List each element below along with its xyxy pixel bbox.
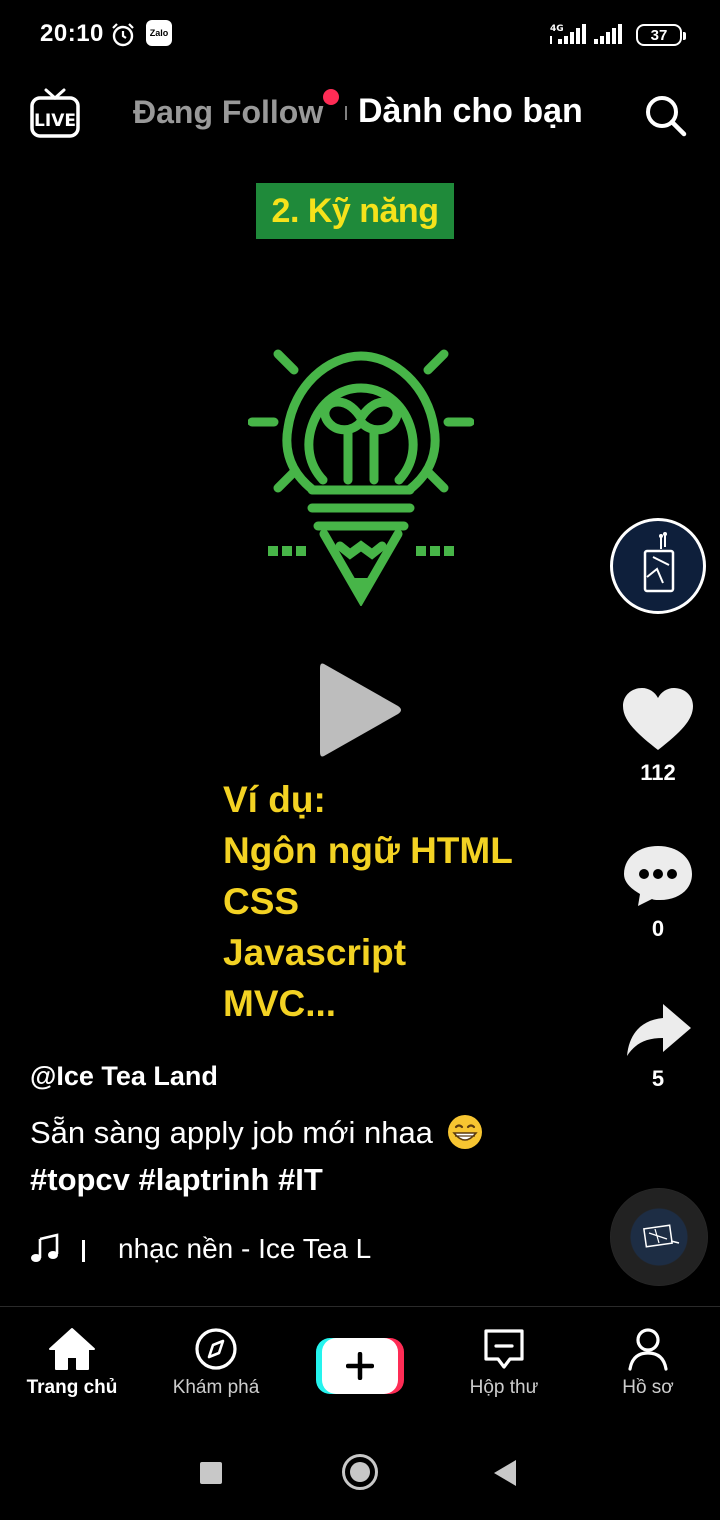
share-icon xyxy=(627,1004,691,1056)
compass-icon xyxy=(195,1328,237,1370)
music-marquee-bar xyxy=(82,1240,85,1262)
live-label: LIVE xyxy=(34,111,76,131)
comment-button[interactable]: 0 xyxy=(618,842,698,942)
example-line: MVC... xyxy=(223,983,337,1024)
recents-button[interactable] xyxy=(200,1462,222,1484)
example-line: Ngôn ngữ HTML xyxy=(223,830,513,871)
inbox-icon xyxy=(484,1329,524,1369)
example-line: Javascript xyxy=(223,932,407,973)
nav-discover-label: Khám phá xyxy=(172,1377,260,1398)
live-button[interactable]: LIVE xyxy=(30,86,80,140)
video-banner: 2. Kỹ năng xyxy=(256,183,454,239)
battery-level: 37 xyxy=(650,26,668,44)
nav-home[interactable]: Trang chủ xyxy=(0,1327,144,1399)
post-description: Sẵn sàng apply job mới nhaa xyxy=(30,1113,484,1151)
disc-cover-icon xyxy=(643,1224,680,1248)
comment-icon xyxy=(624,846,692,906)
post-hashtags[interactable]: #topcv #laptrinh #IT xyxy=(30,1162,323,1198)
status-time: 20:10 xyxy=(40,20,104,47)
lightbulb-icon xyxy=(248,349,474,606)
music-disc[interactable] xyxy=(610,1188,708,1286)
nav-home-label: Trang chủ xyxy=(26,1377,118,1398)
home-icon xyxy=(49,1328,95,1370)
share-button[interactable]: 5 xyxy=(618,1000,698,1092)
nav-inbox-label: Hộp thư xyxy=(469,1377,539,1398)
author-name[interactable]: @Ice Tea Land xyxy=(30,1061,218,1092)
battery-icon: 37 xyxy=(636,24,686,46)
creator-avatar[interactable] xyxy=(610,518,706,614)
grinning-face-icon xyxy=(447,1115,482,1149)
nav-inbox[interactable]: Hộp thư xyxy=(432,1327,576,1399)
like-count: 112 xyxy=(640,760,676,785)
signal-icon-2 xyxy=(594,24,622,44)
tab-divider xyxy=(345,106,347,120)
example-line: CSS xyxy=(223,881,300,922)
heart-icon xyxy=(623,688,693,750)
notification-dot xyxy=(323,89,339,105)
create-button[interactable] xyxy=(316,1338,404,1394)
nav-profile[interactable]: Hồ sơ xyxy=(576,1327,720,1399)
tab-following[interactable]: Đang Follow xyxy=(133,94,323,131)
avatar-image xyxy=(643,532,675,593)
share-count: 5 xyxy=(651,1066,665,1091)
back-button[interactable] xyxy=(494,1460,516,1486)
home-system-button[interactable] xyxy=(342,1454,378,1490)
like-button[interactable]: 112 xyxy=(618,686,698,786)
description-text: Sẵn sàng apply job mới nhaa xyxy=(30,1115,433,1150)
music-note-icon xyxy=(31,1233,59,1262)
network-type-label: 4G xyxy=(550,24,564,34)
profile-icon xyxy=(628,1328,668,1371)
plus-icon xyxy=(346,1352,374,1380)
nav-profile-label: Hồ sơ xyxy=(622,1377,674,1398)
play-icon[interactable] xyxy=(318,658,404,762)
status-bar: 20:10 Zalo 4G 37 xyxy=(0,0,720,70)
tab-for-you[interactable]: Dành cho bạn xyxy=(358,92,583,131)
video-example-text: Ví dụ: Ngôn ngữ HTML CSS Javascript MVC.… xyxy=(223,774,513,1029)
system-nav-bar xyxy=(0,1422,720,1520)
search-icon[interactable] xyxy=(642,92,688,138)
alarm-icon xyxy=(112,23,134,47)
nav-discover[interactable]: Khám phá xyxy=(144,1327,288,1399)
comment-count: 0 xyxy=(651,916,665,941)
zalo-icon: Zalo xyxy=(146,20,172,46)
signal-icon: 4G xyxy=(550,24,586,44)
example-line: Ví dụ: xyxy=(223,779,326,820)
music-title[interactable]: nhạc nền - Ice Tea L xyxy=(118,1233,394,1265)
